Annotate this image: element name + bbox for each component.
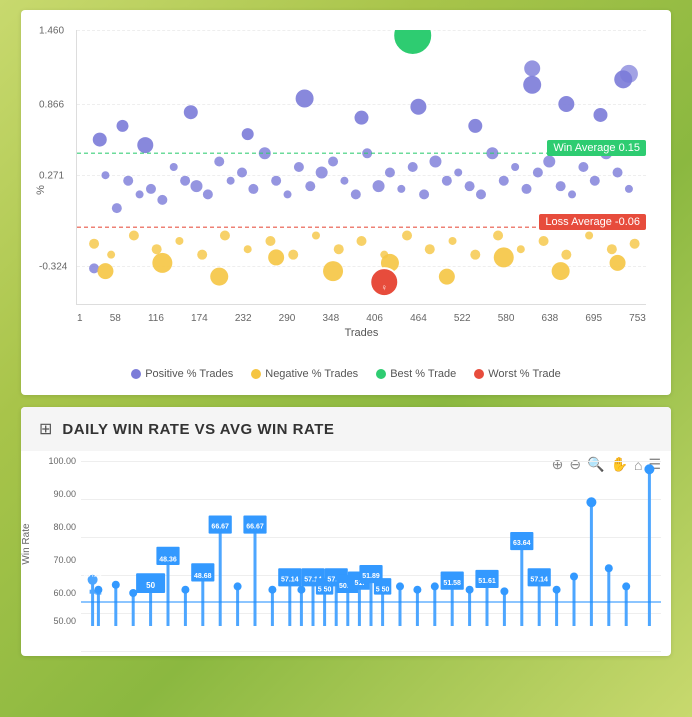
x-tick-7: 348 — [322, 313, 339, 324]
bar-chart-title: DAILY WIN RATE VS AVG WIN RATE — [62, 421, 334, 438]
y-tick-4: -0.324 — [39, 261, 67, 272]
svg-text:48.36: 48.36 — [159, 557, 177, 564]
svg-text:5 50: 5 50 — [318, 586, 332, 593]
win-average-box: Win Average 0.15 — [547, 140, 646, 156]
legend-dot-positive — [131, 369, 141, 379]
legend-positive: Positive % Trades — [131, 368, 233, 380]
avg-line — [81, 601, 661, 603]
svg-text:57.14: 57.14 — [84, 572, 102, 579]
bar-chart-body: ⊕ ⊖ 🔍 ✋ ⌂ ☰ Win Rate 100.00 90.00 80.00 … — [21, 451, 671, 656]
bar-y-tick-50: 50.00 — [53, 616, 76, 626]
svg-text:57.14: 57.14 — [530, 576, 548, 583]
table-icon: ⊞ — [39, 419, 52, 439]
legend-dot-best — [376, 369, 386, 379]
bar-y-tick-70: 70.00 — [53, 555, 76, 565]
bar-y-tick-80: 80.00 — [53, 522, 76, 532]
legend-negative: Negative % Trades — [251, 368, 358, 380]
x-tick-3: 116 — [148, 313, 164, 324]
legend-dot-worst — [474, 369, 484, 379]
scatter-plot-area: 1.460 0.866 0.271 -0.324 — [76, 30, 646, 305]
x-tick-12: 638 — [542, 313, 559, 324]
bar-chart-card: ⊞ DAILY WIN RATE VS AVG WIN RATE ⊕ ⊖ 🔍 ✋… — [21, 407, 671, 656]
x-tick-2: 58 — [110, 313, 121, 324]
legend-worst: Worst % Trade — [474, 368, 561, 380]
bar-chart-area: Win Rate 100.00 90.00 80.00 70.00 60.00 … — [31, 461, 661, 651]
legend-label-negative: Negative % Trades — [265, 368, 358, 380]
x-tick-6: 290 — [279, 313, 296, 324]
scatter-chart-card: % 1.460 0.866 0.271 -0.324 — [21, 10, 671, 395]
svg-text:51.58: 51.58 — [443, 580, 461, 587]
x-tick-5: 232 — [235, 313, 252, 324]
svg-text:50: 50 — [146, 581, 155, 590]
svg-text:51.61: 51.61 — [478, 578, 496, 585]
scatter-svg: ♀ — [77, 30, 646, 304]
bar-y-axis-label: Win Rate — [21, 523, 32, 564]
scatter-legend: Positive % Trades Negative % Trades Best… — [36, 368, 656, 380]
svg-text:66.67: 66.67 — [211, 524, 229, 531]
bar-gridline-6 — [81, 651, 661, 652]
legend-label-best: Best % Trade — [390, 368, 456, 380]
x-tick-14: 753 — [629, 313, 646, 324]
y-tick-1: 1.460 — [39, 26, 64, 37]
x-tick-10: 522 — [454, 313, 471, 324]
svg-text:57.14: 57.14 — [281, 576, 299, 583]
x-tick-8: 406 — [366, 313, 383, 324]
loss-average-box: Loss Average -0.06 — [539, 214, 646, 230]
x-axis-label: Trades — [345, 327, 379, 339]
scatter-chart: % 1.460 0.866 0.271 -0.324 — [36, 20, 656, 360]
svg-text:63.64: 63.64 — [513, 540, 531, 547]
x-axis-ticks: 1 58 116 174 232 290 348 406 464 522 580… — [77, 313, 646, 324]
bar-y-tick-60: 60.00 — [53, 588, 76, 598]
y-tick-2: 0.866 — [39, 99, 64, 110]
y-tick-3: 0.271 — [39, 171, 64, 182]
svg-text:48.68: 48.68 — [194, 573, 212, 580]
x-tick-13: 695 — [585, 313, 602, 324]
bar-y-axis: Win Rate 100.00 90.00 80.00 70.00 60.00 … — [31, 461, 81, 626]
legend-label-positive: Positive % Trades — [145, 368, 233, 380]
svg-text:♀: ♀ — [381, 282, 388, 292]
bar-chart-header: ⊞ DAILY WIN RATE VS AVG WIN RATE — [21, 407, 671, 451]
bar-y-tick-100: 100.00 — [48, 456, 76, 466]
svg-text:5 50: 5 50 — [376, 586, 390, 593]
x-tick-1: 1 — [77, 313, 83, 324]
legend-best: Best % Trade — [376, 368, 456, 380]
x-tick-4: 174 — [191, 313, 208, 324]
bar-y-tick-90: 90.00 — [53, 489, 76, 499]
svg-text:66.67: 66.67 — [246, 524, 264, 531]
bar-plot-area: 57.14 — [81, 461, 661, 626]
x-tick-9: 464 — [410, 313, 427, 324]
legend-dot-negative — [251, 369, 261, 379]
legend-label-worst: Worst % Trade — [488, 368, 561, 380]
x-tick-11: 580 — [498, 313, 515, 324]
scatter-y-axis-label: % — [35, 185, 47, 195]
